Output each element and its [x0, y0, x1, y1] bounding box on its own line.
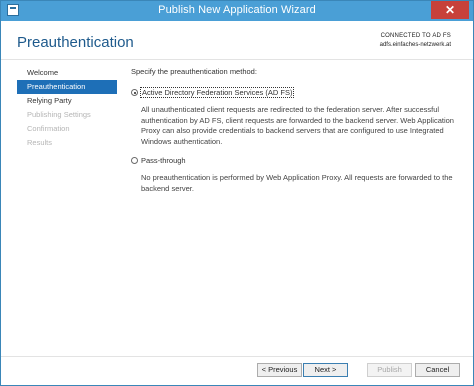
- close-button[interactable]: ✕: [431, 1, 469, 19]
- nav-item-relying-party[interactable]: Relying Party: [17, 94, 117, 108]
- main-content: Specify the preauthentication method: Ac…: [131, 65, 461, 194]
- previous-button[interactable]: < Previous: [257, 363, 302, 377]
- nav-item-welcome[interactable]: Welcome: [17, 66, 117, 80]
- connection-server: adfs.einfaches-netzwerk.at: [379, 42, 451, 48]
- nav-item-preauthentication[interactable]: Preauthentication: [17, 80, 117, 94]
- option-pass-through[interactable]: Pass-through: [131, 156, 461, 168]
- wizard-header: Preauthentication CONNECTED TO AD FS adf…: [1, 21, 473, 59]
- pass-through-radio-button[interactable]: [131, 157, 138, 164]
- next-button[interactable]: Next >: [303, 363, 348, 377]
- wizard-window: Publish New Application Wizard ✕ Preauth…: [0, 0, 474, 386]
- header-divider: [1, 59, 473, 60]
- publish-button: Publish: [367, 363, 412, 377]
- nav-item-publishing-settings: Publishing Settings: [27, 110, 91, 119]
- title-bar[interactable]: Publish New Application Wizard ✕: [1, 1, 473, 21]
- wizard-steps-nav: Welcome Preauthentication Relying Party …: [17, 66, 117, 150]
- nav-item-confirmation: Confirmation: [27, 124, 70, 133]
- option-adfs[interactable]: Active Directory Federation Services (AD…: [131, 87, 461, 100]
- page-title: Preauthentication: [17, 34, 134, 51]
- footer-divider: [1, 356, 473, 357]
- adfs-description: All unauthenticated client requests are …: [141, 105, 454, 146]
- nav-item-results: Results: [27, 138, 53, 147]
- adfs-radio-label[interactable]: Active Directory Federation Services (AD…: [140, 87, 295, 98]
- connection-label: CONNECTED TO AD FS: [380, 33, 451, 39]
- cancel-button[interactable]: Cancel: [415, 363, 460, 377]
- window-title: Publish New Application Wizard: [158, 4, 316, 16]
- method-prompt: Specify the preauthentication method:: [131, 67, 257, 76]
- pass-through-radio-label[interactable]: Pass-through: [141, 156, 186, 165]
- pass-through-description: No preauthentication is performed by Web…: [141, 173, 453, 193]
- adfs-radio-button[interactable]: [131, 89, 138, 96]
